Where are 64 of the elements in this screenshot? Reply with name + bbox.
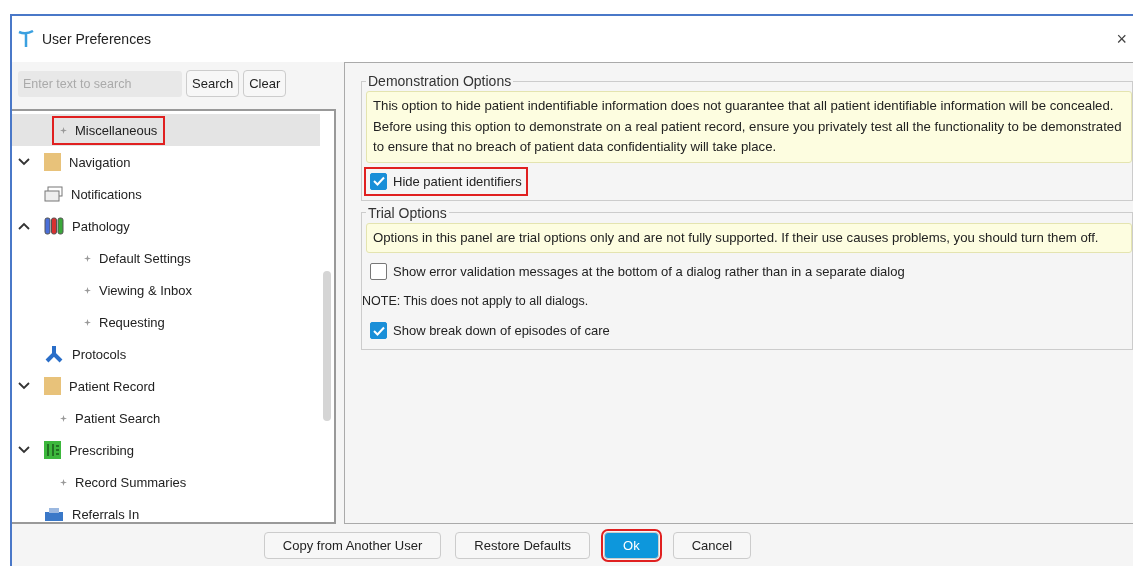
- tree-item[interactable]: Miscellaneous: [12, 114, 320, 146]
- tree-item[interactable]: Viewing & Inbox: [12, 274, 320, 306]
- tree-label: Referrals In: [72, 506, 140, 522]
- group-title: Trial Options: [367, 204, 448, 221]
- bullet-icon: [60, 478, 67, 486]
- tree-label: Notifications: [71, 186, 142, 202]
- notification-icon: [44, 186, 63, 202]
- search-button[interactable]: Search: [186, 70, 240, 97]
- tree-label: Prescribing: [69, 442, 135, 458]
- chevron-icon[interactable]: [18, 382, 30, 390]
- dialog-button[interactable]: Restore Defaults: [455, 531, 591, 559]
- search-button[interactable]: Clear: [243, 70, 287, 97]
- tree-item[interactable]: Prescribing: [12, 434, 320, 466]
- chevron-icon[interactable]: [18, 222, 30, 230]
- bullet-icon: [84, 318, 91, 326]
- dialog-button[interactable]: Copy from Another User: [263, 531, 442, 559]
- tree-label: Miscellaneous: [75, 122, 158, 138]
- notice-text: Options in this panel are trial options only and are not fully supported. If their use causes problems, you should turn them off.: [366, 222, 1132, 253]
- tree-item[interactable]: Notifications: [12, 178, 320, 210]
- group-title: Demonstration Options: [367, 73, 513, 89]
- grid-icon: [44, 441, 61, 459]
- tree-label: Patient Record: [69, 378, 155, 394]
- checkbox[interactable]: [370, 263, 387, 280]
- checkbox-label: Hide patient identifiers: [393, 173, 522, 189]
- chevron-icon[interactable]: [18, 446, 30, 454]
- tree-label: Record Summaries: [75, 474, 187, 490]
- checkbox[interactable]: [370, 322, 387, 339]
- printer-icon: [44, 507, 64, 521]
- tree-item[interactable]: Pathology: [12, 210, 320, 242]
- tree-item[interactable]: Patient Record: [12, 370, 320, 402]
- tree-item[interactable]: Record Summaries: [12, 466, 320, 498]
- tree-label: Patient Search: [75, 410, 161, 426]
- folder-icon: [44, 153, 61, 171]
- window-title: User Preferences: [42, 31, 152, 47]
- close-button[interactable]: ×: [1116, 28, 1127, 50]
- dialog-button[interactable]: Cancel: [672, 531, 752, 559]
- checkbox-label: Show break down of episodes of care: [393, 323, 610, 338]
- folder-icon: [44, 377, 61, 395]
- tree-item[interactable]: Default Settings: [12, 242, 320, 274]
- chevron-icon[interactable]: [18, 158, 30, 166]
- notice-text: This option to hide patient indentifiable information does not guarantee that all patient identifiable information will be concealed. Before using this option to demonstrate on a real patient record, ensure you privately test all the functionality to be demonstrated to ensure that no breach of patient data confidentiality will take place.: [366, 91, 1132, 163]
- tree-label: Requesting: [99, 314, 165, 330]
- checkbox[interactable]: [370, 172, 387, 190]
- tree-item[interactable]: Referrals In: [12, 498, 320, 522]
- bullet-icon: [60, 414, 67, 422]
- tree-label: Pathology: [72, 218, 130, 234]
- bullet-icon: [84, 254, 91, 262]
- tree-label: Protocols: [72, 346, 127, 362]
- bullet-icon: [84, 286, 91, 294]
- checkbox-label: Show error validation messages at the bottom of a dialog rather than in a separate dialog: [393, 264, 905, 279]
- scrollbar-thumb[interactable]: [323, 271, 331, 421]
- tree-label: Viewing & Inbox: [99, 282, 192, 298]
- branch-icon: [44, 345, 64, 363]
- tree-label: Navigation: [69, 154, 131, 170]
- search-field[interactable]: Enter text to search: [18, 70, 182, 97]
- tree-item[interactable]: Protocols: [12, 338, 320, 370]
- tree-item[interactable]: Navigation: [12, 146, 320, 178]
- app-logo-icon: [18, 30, 34, 48]
- tree-item[interactable]: Patient Search: [12, 402, 320, 434]
- tree-label: Default Settings: [99, 250, 191, 266]
- test-tubes-icon: [44, 217, 64, 235]
- note-text: NOTE: This does not apply to all dialogs.: [362, 293, 590, 310]
- bullet-icon: [60, 126, 67, 134]
- tree-item[interactable]: Requesting: [12, 306, 320, 338]
